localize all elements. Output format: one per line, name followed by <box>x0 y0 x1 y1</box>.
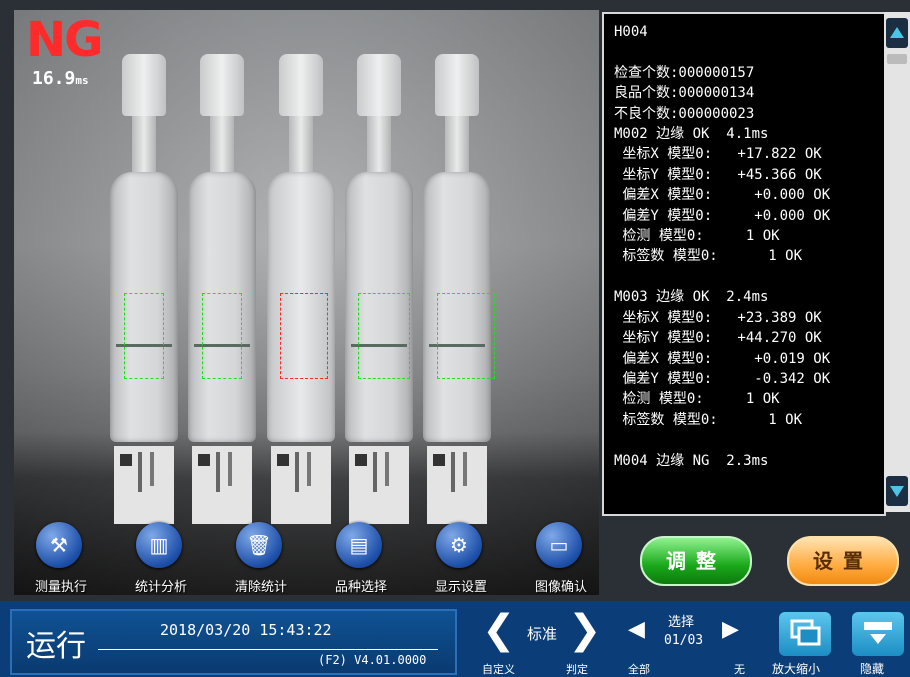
ampoule-label <box>349 446 409 524</box>
select-page: 01/03 <box>664 633 704 648</box>
judge-next-icon[interactable]: ❯ <box>568 607 602 653</box>
zoom-icon <box>790 619 821 646</box>
ampoule-neck <box>210 116 234 176</box>
time-unit: ms <box>75 74 89 87</box>
custom-label: 自定义 <box>482 663 515 676</box>
scroll-thumb[interactable] <box>887 54 907 64</box>
ampoule-label <box>192 446 252 524</box>
measure-execute-button[interactable]: ⚒ 测量执行 <box>16 518 96 598</box>
hide-icon <box>864 622 892 644</box>
processing-time: 16.9ms <box>32 68 89 89</box>
judge-label: 判定 <box>566 663 588 676</box>
panel-scrollbar[interactable] <box>884 12 910 512</box>
product-select-button[interactable]: ▤ 品种选择 <box>316 518 396 598</box>
hide-label: 隐藏 <box>860 662 885 676</box>
app-screen: NG 16.9ms ⚒ 测量执行 ▥ 统计分析 🗑 清除统计 ▤ 品种选择 ⚙ … <box>0 0 910 677</box>
statistics-button[interactable]: ▥ 统计分析 <box>116 518 196 598</box>
ampoule-neck <box>289 116 313 176</box>
display-settings-button[interactable]: ⚙ 显示设置 <box>416 518 496 598</box>
ampoule-label <box>427 446 487 524</box>
image-confirm-button[interactable]: ▭ 图像确认 <box>516 518 596 598</box>
ampoule-cap <box>279 54 323 116</box>
scroll-up-button[interactable] <box>886 18 908 48</box>
clear-statistics-button[interactable]: 🗑 清除统计 <box>216 518 296 598</box>
ampoule-neck <box>445 116 469 176</box>
scroll-down-button[interactable] <box>886 476 908 506</box>
run-status-box: 运行 2018/03/20 15:43:22 (F2) V4.01.0000 <box>10 609 457 675</box>
run-mode: 运行 <box>26 629 86 664</box>
status-bar: 运行 2018/03/20 15:43:22 (F2) V4.01.0000 ❮… <box>0 601 910 677</box>
ampoule-3 <box>267 54 335 524</box>
judgement-result: NG <box>26 12 104 68</box>
hide-button[interactable] <box>852 612 904 656</box>
ampoule-neck <box>132 116 156 176</box>
settings-button[interactable]: 设置 <box>787 536 899 586</box>
ampoule-cap <box>122 54 166 116</box>
result-text-panel[interactable]: H004 检查个数:000000157 良品个数:000000134 不良个数:… <box>602 12 886 516</box>
divider <box>98 649 438 650</box>
ampoule-1 <box>110 54 178 524</box>
select-none-label: 无 <box>734 663 745 676</box>
roi-2 <box>202 293 242 379</box>
adjust-button[interactable]: 调整 <box>640 536 752 586</box>
version: (F2) V4.01.0000 <box>318 653 427 667</box>
time-value: 16.9 <box>32 68 76 89</box>
tool-label: 测量执行 <box>34 580 87 595</box>
toolbar: ⚒ 测量执行 ▥ 统计分析 🗑 清除统计 ▤ 品种选择 ⚙ 显示设置 ▭ 图像确… <box>14 518 614 598</box>
datetime: 2018/03/20 15:43:22 <box>160 621 332 639</box>
ampoule-cap <box>435 54 479 116</box>
ampoule-cap <box>357 54 401 116</box>
tool-label: 图像确认 <box>534 580 587 595</box>
ampoule-cap <box>200 54 244 116</box>
tool-label: 显示设置 <box>434 580 487 595</box>
ampoule-4 <box>345 54 413 524</box>
tool-label: 统计分析 <box>134 580 187 595</box>
tool-label: 清除统计 <box>234 580 287 595</box>
result-text: H004 检查个数:000000157 良品个数:000000134 不良个数:… <box>614 24 831 469</box>
select-all-label: 全部 <box>628 663 650 676</box>
ampoule-label <box>114 446 174 524</box>
zoom-button[interactable] <box>779 612 831 656</box>
roi-3-ng <box>280 293 328 379</box>
ampoule-5 <box>423 54 491 524</box>
judge-prev-icon[interactable]: ❮ <box>482 607 516 653</box>
roi-1 <box>124 293 164 379</box>
camera-view[interactable]: NG 16.9ms <box>14 10 599 595</box>
select-title: 选择 <box>668 615 695 630</box>
roi-5 <box>437 293 495 379</box>
zoom-label: 放大缩小 <box>772 662 821 676</box>
ampoule-label <box>271 446 331 524</box>
ampoule-neck <box>367 116 391 176</box>
select-prev-icon[interactable]: ◀ <box>628 617 645 642</box>
select-next-icon[interactable]: ▶ <box>722 617 739 642</box>
tool-label: 品种选择 <box>334 580 387 595</box>
judge-mode: 标准 <box>527 625 558 643</box>
roi-4 <box>358 293 410 379</box>
ampoule-2 <box>188 54 256 524</box>
